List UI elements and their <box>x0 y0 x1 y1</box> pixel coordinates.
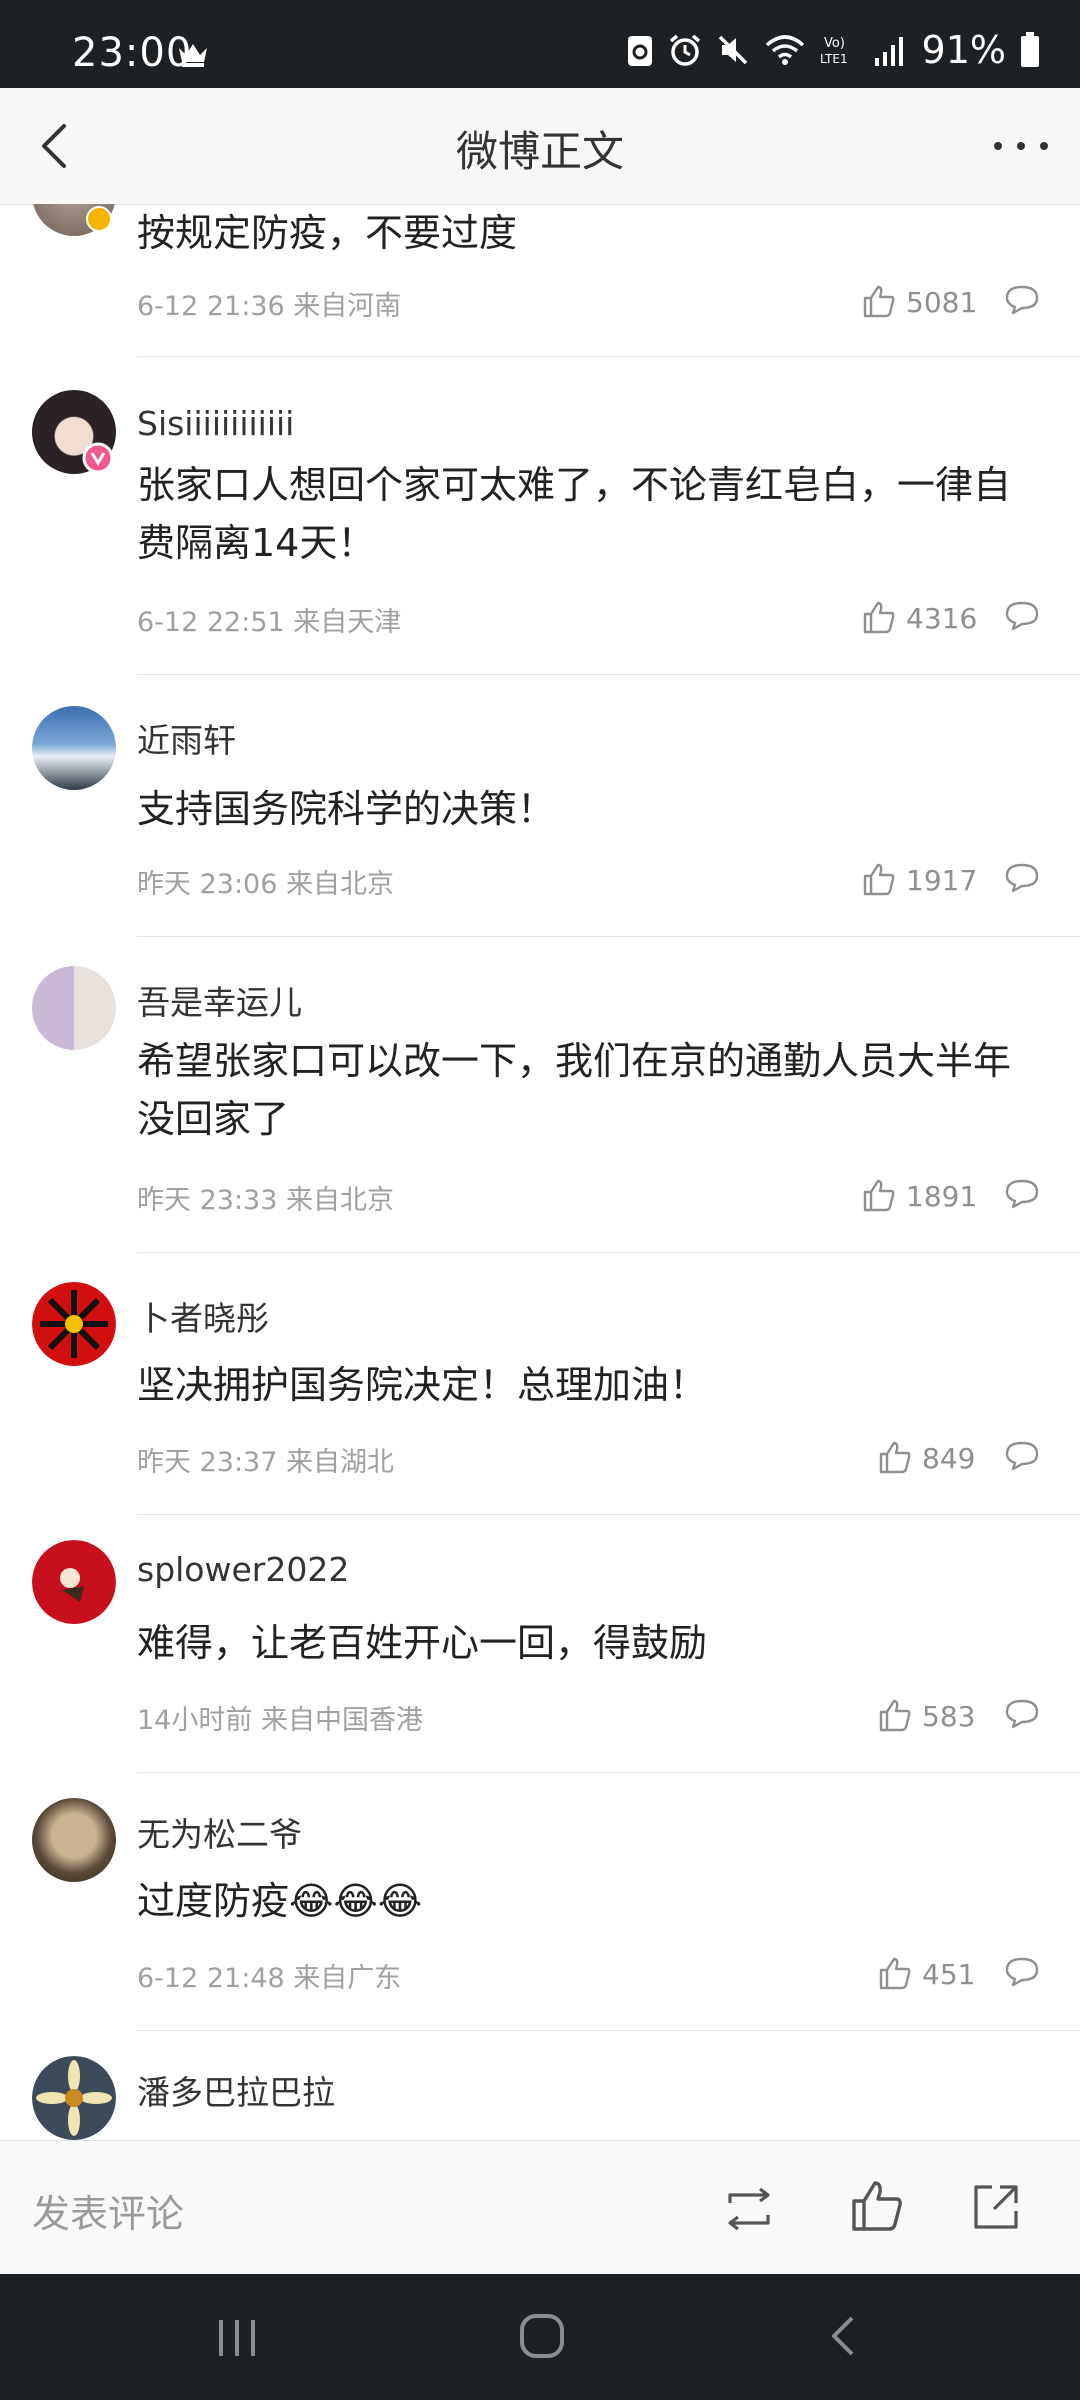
like-count: 1891 <box>906 1180 978 1213</box>
comment-bubble-icon[interactable] <box>1004 1178 1040 1210</box>
divider <box>137 674 1080 675</box>
battery-icon <box>1021 32 1039 67</box>
like-count: 583 <box>922 1700 976 1733</box>
comment-content: 张家口人想回个家可太难了，不论青红皂白，一律自费隔离14天！ <box>137 463 1012 565</box>
comment-bubble-icon[interactable] <box>1004 862 1040 894</box>
divider <box>137 1772 1080 1773</box>
recycle-icon <box>627 36 652 66</box>
comment-content: 希望张家口可以改一下，我们在京的通勤人员大半年没回家了 <box>137 1039 1012 1141</box>
status-bar: 23:00 Vo) LTE1 91% <box>0 0 1080 88</box>
comment-content: 过度防疫😂😂😂 <box>137 1879 423 1923</box>
back-icon[interactable] <box>826 2314 862 2358</box>
vip-badge-icon <box>82 442 114 474</box>
divider <box>137 356 1080 357</box>
avatar[interactable] <box>32 2056 116 2140</box>
comment-input[interactable]: 发表评论 <box>32 2183 184 2238</box>
thumbs-up-icon[interactable] <box>878 1956 912 1990</box>
username[interactable]: 近雨轩 <box>137 714 236 762</box>
comment-bubble-icon[interactable] <box>1004 1956 1040 1988</box>
comment-content: 按规定防疫，不要过度 <box>137 211 518 255</box>
comment-bubble-icon[interactable] <box>1004 1440 1040 1472</box>
username[interactable]: 无为松二爷 <box>137 1808 302 1856</box>
divider <box>137 1252 1080 1253</box>
avatar[interactable] <box>32 1798 116 1882</box>
divider <box>137 936 1080 937</box>
avatar[interactable] <box>32 1540 116 1624</box>
comment-list: 按规定防疫，不要过度 6-12 21:36 来自河南 5081 Sisiiiii… <box>0 204 1080 2140</box>
comment-meta: 昨天 23:33 来自北京 <box>137 1185 394 1216</box>
repost-icon[interactable] <box>722 2185 776 2233</box>
home-icon[interactable] <box>518 2312 566 2360</box>
thumbs-up-icon[interactable] <box>862 284 896 318</box>
header: 微博正文 <box>0 88 1080 205</box>
more-dots-icon[interactable] <box>986 116 1056 176</box>
thumbs-up-icon[interactable] <box>878 1698 912 1732</box>
signal-icon <box>874 37 903 66</box>
comment-meta: 6-12 22:51 来自天津 <box>137 607 402 638</box>
like-count: 5081 <box>906 286 978 319</box>
avatar[interactable] <box>32 1282 116 1366</box>
username[interactable]: splower2022 <box>137 1550 349 1589</box>
thumbs-up-icon[interactable] <box>850 2179 904 2233</box>
alarm-icon <box>669 34 700 66</box>
svg-text:LTE1: LTE1 <box>820 52 848 66</box>
thumbs-up-icon[interactable] <box>862 600 896 634</box>
status-time: 23:00 <box>72 30 193 76</box>
like-count: 849 <box>922 1442 976 1475</box>
comment-content: 难得，让老百姓开心一回，得鼓励 <box>137 1621 708 1665</box>
comment-bubble-icon[interactable] <box>1004 1698 1040 1730</box>
comment-bubble-icon[interactable] <box>1004 284 1040 316</box>
wifi-icon <box>765 35 804 65</box>
thumbs-up-icon[interactable] <box>862 1178 896 1212</box>
crown-icon <box>179 44 207 67</box>
comment-bubble-icon[interactable] <box>1004 600 1040 632</box>
svg-text:Vo): Vo) <box>824 36 845 51</box>
thumbs-up-icon[interactable] <box>862 862 896 896</box>
volte-icon: Vo) LTE1 <box>820 36 848 66</box>
divider <box>137 2030 1080 2031</box>
share-icon[interactable] <box>970 2181 1022 2233</box>
mute-icon <box>718 35 747 65</box>
like-count: 451 <box>922 1958 976 1991</box>
recent-apps-icon[interactable] <box>215 2316 259 2360</box>
page-title: 微博正文 <box>455 127 624 176</box>
thumbs-up-icon[interactable] <box>878 1440 912 1474</box>
avatar[interactable] <box>32 706 116 790</box>
bottom-action-bar: 发表评论 <box>0 2140 1080 2275</box>
username[interactable]: 潘多巴拉巴拉 <box>137 2066 335 2114</box>
comment-meta: 6-12 21:36 来自河南 <box>137 291 402 322</box>
username[interactable]: 吾是幸运儿 <box>137 976 302 1024</box>
comment-meta: 昨天 23:06 来自北京 <box>137 869 394 900</box>
comment-content: 支持国务院科学的决策！ <box>137 787 556 831</box>
avatar[interactable] <box>32 966 116 1050</box>
comment-meta: 昨天 23:37 来自湖北 <box>137 1447 394 1478</box>
comment-meta: 14小时前 来自中国香港 <box>137 1705 423 1736</box>
divider <box>137 1514 1080 1515</box>
gold-badge-icon <box>86 206 112 232</box>
like-count: 1917 <box>906 864 978 897</box>
username[interactable]: 卜者晓彤 <box>137 1292 269 1340</box>
like-count: 4316 <box>906 602 978 635</box>
battery-percentage: 91% <box>921 28 1006 72</box>
system-navigation-bar <box>0 2274 1080 2400</box>
comment-meta: 6-12 21:48 来自广东 <box>137 1963 402 1994</box>
comment-content: 坚决拥护国务院决定！总理加油！ <box>137 1363 708 1407</box>
username[interactable]: Sisiiiiiiiiiiii <box>137 404 294 443</box>
